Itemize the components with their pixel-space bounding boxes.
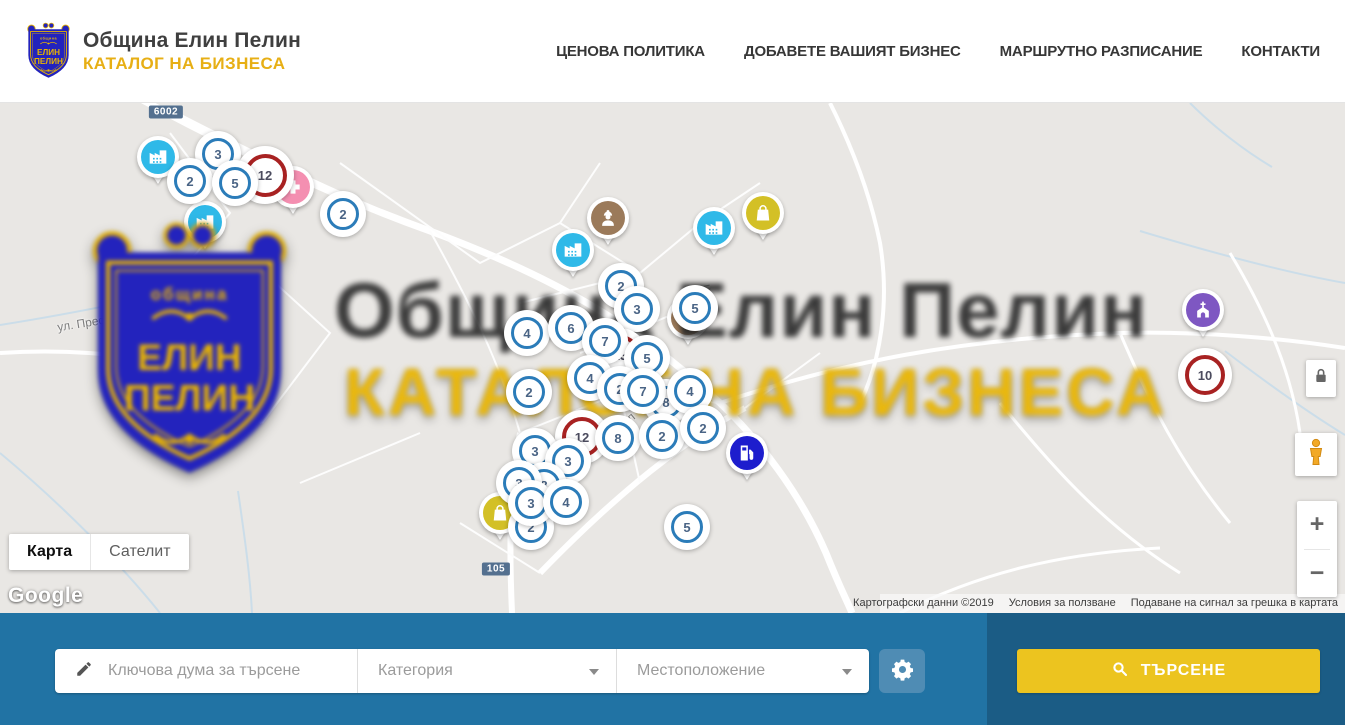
svg-text:ЕЛИН: ЕЛИН xyxy=(37,48,60,57)
map-cluster[interactable]: 2 xyxy=(639,413,685,459)
map-cluster[interactable]: 10 xyxy=(1178,348,1232,402)
chevron-down-icon xyxy=(589,669,599,675)
cluster-count: 2 xyxy=(513,376,545,408)
map-cluster[interactable]: 5 xyxy=(672,285,718,331)
map-cluster[interactable]: 7 xyxy=(620,368,666,414)
zoom-in-button[interactable]: + xyxy=(1297,501,1337,549)
advanced-options-button[interactable] xyxy=(879,649,925,693)
header: община ЕЛИНПЕЛИН Община Елин Пелин КАТАЛО… xyxy=(0,0,1345,103)
map-type-карта[interactable]: Карта xyxy=(9,534,90,570)
keyword-field-wrap xyxy=(55,649,358,693)
nav-item[interactable]: КОНТАКТИ xyxy=(1241,43,1320,60)
map-cluster[interactable]: 2 xyxy=(167,158,213,204)
cluster-count: 5 xyxy=(679,292,711,324)
map-cluster[interactable]: 2 xyxy=(680,405,726,451)
map-cluster[interactable]: 4 xyxy=(504,310,550,356)
cluster-count: 3 xyxy=(621,293,653,325)
search-toolbar: Категория Местоположение ТЪРСЕНЕ xyxy=(0,613,1345,725)
cluster-count: 7 xyxy=(627,375,659,407)
cluster-count: 5 xyxy=(671,511,703,543)
cluster-count: 2 xyxy=(687,412,719,444)
zoom-out-button[interactable]: − xyxy=(1297,550,1337,598)
category-select-label: Категория xyxy=(378,662,453,680)
cluster-count: 4 xyxy=(674,375,706,407)
map-cluster[interactable]: 2 xyxy=(320,191,366,237)
attribution-text: Картографски данни ©2019 xyxy=(853,597,994,609)
map-cluster[interactable]: 2 xyxy=(506,369,552,415)
category-select[interactable]: Категория xyxy=(358,649,617,693)
municipality-crest-icon: община ЕЛИНПЕЛИН xyxy=(25,22,72,80)
location-select[interactable]: Местоположение xyxy=(617,649,869,693)
keyword-search-input[interactable] xyxy=(106,661,320,681)
cluster-count: 4 xyxy=(511,317,543,349)
brand-text: Община Елин Пелин КАТАЛОГ НА БИЗНЕСА xyxy=(83,29,301,74)
svg-text:ПЕЛИН: ПЕЛИН xyxy=(34,57,63,66)
lock-icon xyxy=(1313,367,1329,390)
map-cluster[interactable]: 5 xyxy=(212,160,258,206)
map-attribution: Картографски данни ©2019 Условия за ползв… xyxy=(853,597,1338,609)
attribution-link[interactable]: Условия за ползване xyxy=(1009,597,1116,609)
cluster-count: 2 xyxy=(174,165,206,197)
google-logo[interactable]: Google xyxy=(8,584,83,608)
map-type-control: КартаСателит xyxy=(9,534,189,570)
pencil-icon xyxy=(75,660,93,683)
gear-icon xyxy=(890,657,915,685)
cluster-count: 4 xyxy=(550,486,582,518)
attribution-link[interactable]: Подаване на сигнал за грешка в картата xyxy=(1131,597,1338,609)
map-type-сателит[interactable]: Сателит xyxy=(90,534,188,570)
cluster-count: 8 xyxy=(602,422,634,454)
cluster-count: 7 xyxy=(589,325,621,357)
map-canvas[interactable]: 6002105 ул. Преславбул. „Новоселци" общи… xyxy=(0,103,1345,613)
chevron-down-icon xyxy=(842,669,852,675)
location-select-label: Местоположение xyxy=(637,662,765,680)
zoom-control: + − xyxy=(1297,501,1337,597)
main-nav: ЦЕНОВА ПОЛИТИКА ДОБАВЕТЕ ВАШИЯТ БИЗНЕС МАР… xyxy=(556,43,1320,60)
search-submit-label: ТЪРСЕНЕ xyxy=(1141,662,1226,680)
nav-item[interactable]: ДОБАВЕТЕ ВАШИЯТ БИЗНЕС xyxy=(744,43,961,60)
cluster-count: 2 xyxy=(327,198,359,230)
nav-item[interactable]: МАРШРУТНО РАЗПИСАНИЕ xyxy=(1000,43,1203,60)
brand-subtitle: КАТАЛОГ НА БИЗНЕСА xyxy=(83,54,301,74)
brand-title: Община Елин Пелин xyxy=(83,29,301,53)
pegman-icon xyxy=(1304,438,1328,471)
svg-text:община: община xyxy=(40,37,58,41)
cluster-count: 5 xyxy=(219,167,251,199)
nav-item[interactable]: ЦЕНОВА ПОЛИТИКА xyxy=(556,43,705,60)
cluster-count: 10 xyxy=(1185,355,1225,395)
page: община ЕЛИНПЕЛИН Община Елин Пелин КАТАЛО… xyxy=(0,0,1345,725)
search-box: Категория Местоположение xyxy=(55,649,869,693)
brand-logo[interactable]: община ЕЛИНПЕЛИН Община Елин Пелин КАТАЛО… xyxy=(25,22,301,80)
cluster-count: 2 xyxy=(646,420,678,452)
pegman-button[interactable] xyxy=(1295,433,1337,476)
street-view-lock-button[interactable] xyxy=(1306,360,1336,397)
map-cluster[interactable]: 5 xyxy=(664,504,710,550)
search-icon xyxy=(1111,660,1129,683)
map-cluster[interactable]: 4 xyxy=(543,479,589,525)
map-cluster[interactable]: 8 xyxy=(595,415,641,461)
search-submit-button[interactable]: ТЪРСЕНЕ xyxy=(1017,649,1320,693)
